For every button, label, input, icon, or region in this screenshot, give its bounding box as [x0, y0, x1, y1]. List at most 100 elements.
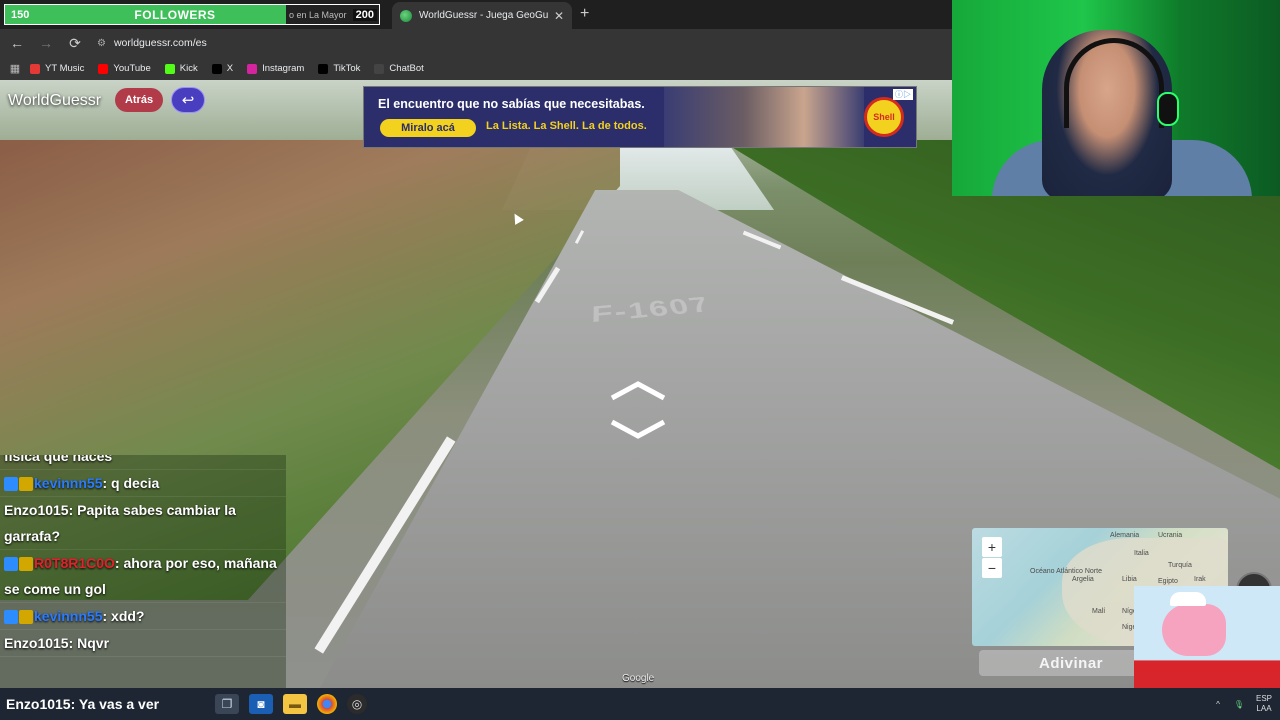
worldguessr-logo: WorldGuessr [8, 92, 102, 109]
crown-badge-icon [19, 610, 33, 625]
windows-taskbar: Enzo1015: Ya vas a ver ❐ ◙ ▬ ◎ ^ 🎙 ESP L… [0, 688, 1280, 720]
bookmark-tiktok[interactable]: TikTok [318, 63, 360, 74]
followers-label: FOLLOWERS [134, 7, 216, 22]
url-text: worldguessr.com/es [113, 37, 207, 49]
instagram-icon [247, 63, 258, 74]
map-label: Libia [1122, 576, 1137, 583]
task-view-icon[interactable]: ❐ [215, 694, 239, 714]
close-tab-icon[interactable]: ✕ [554, 9, 564, 23]
forward-arrow-icon[interactable]: → [34, 35, 58, 51]
language-code: ESP [1255, 694, 1272, 703]
crown-badge-icon [19, 477, 33, 492]
map-label: Argelia [1072, 576, 1094, 583]
new-tab-button[interactable]: + [580, 5, 589, 23]
chat-username: kevinnn55 [34, 608, 103, 624]
x-icon [211, 63, 222, 74]
chef-hat [1170, 592, 1206, 606]
chat-text: : q decia [102, 475, 160, 491]
obs-icon[interactable]: ◎ [347, 694, 367, 714]
chat-message: Enzo1015: Nqvr [0, 630, 286, 657]
chat-username: Enzo1015 [6, 696, 71, 712]
chat-partial-line: física que haces [0, 455, 286, 470]
bookmark-label: YouTube [113, 63, 151, 74]
map-label: Alemania [1110, 532, 1140, 539]
file-explorer-icon[interactable]: ▬ [283, 694, 307, 714]
tray-expand-icon[interactable]: ^ [1216, 700, 1220, 709]
stream-chat-overlay: física que haces kevinnn55: q decia Enzo1… [0, 455, 286, 688]
ad-photo [664, 87, 864, 147]
worldguessr-favicon-icon [400, 9, 412, 22]
bookmark-yt-music[interactable]: YT Music [30, 63, 84, 74]
chat-message: kevinnn55: q decia [0, 470, 286, 497]
ad-cta-button[interactable]: Miralo acá [380, 119, 476, 137]
back-button[interactable]: Atrás [115, 88, 163, 112]
adchoices-icon[interactable]: ⓘ▷ [893, 89, 913, 100]
chrome-icon[interactable] [317, 694, 337, 714]
bookmark-label: Kick [179, 63, 198, 74]
bookmark-label: ChatBot [389, 63, 424, 74]
map-label: Egipto [1158, 578, 1178, 585]
chatbot-icon [374, 63, 385, 74]
chat-text: : Ya vas a ver [70, 696, 160, 712]
chat-badge-icon [4, 477, 18, 492]
bookmark-x[interactable]: X [211, 63, 234, 74]
system-tray: ^ 🎙 ESP LAA [1216, 688, 1272, 720]
chat-text: : xdd? [102, 608, 145, 624]
headset-earcup [1157, 92, 1179, 126]
chat-username: Enzo1015 [4, 635, 69, 651]
tab-worldguessr[interactable]: WorldGuessr - Juega GeoGuessr ✕ [392, 2, 572, 29]
headset-band [1064, 38, 1164, 128]
followers-goal-widget: 150 FOLLOWERS o en La Mayor 200 [4, 4, 380, 25]
move-backward-arrow-icon[interactable] [608, 416, 668, 440]
map-label: Ucrania [1158, 532, 1183, 539]
browser-toolbar: ← → ⟳ ⚙ worldguessr.com/es [0, 29, 952, 57]
ad-banner[interactable]: El encuentro que no sabías que necesitab… [363, 86, 917, 148]
kick-icon [164, 63, 175, 74]
map-label: Malí [1092, 608, 1106, 615]
outlook-icon[interactable]: ◙ [249, 694, 273, 714]
bookmark-youtube[interactable]: YouTube [98, 63, 151, 74]
zoom-in-button[interactable]: + [982, 537, 1002, 557]
apps-grid-icon[interactable]: ▦ [0, 62, 30, 75]
google-watermark: Google [622, 673, 655, 684]
chat-username: Enzo1015 [4, 502, 69, 518]
bookmarks-bar: ▦ YT Music YouTube Kick X Instagram TikTok Cha… [0, 57, 952, 80]
chat-message: kevinnn55: xdd? [0, 603, 286, 630]
webcam-overlay [952, 0, 1280, 196]
microphone-icon[interactable]: 🎙 [1234, 700, 1244, 709]
address-bar[interactable]: ⚙ worldguessr.com/es [97, 37, 207, 49]
followers-goal: 200 [352, 8, 377, 21]
keyboard-layout-code: LAA [1256, 704, 1272, 713]
followers-count: 150 [11, 8, 30, 21]
ad-tagline: La Lista. La Shell. La de todos. [486, 120, 647, 132]
tab-title: WorldGuessr - Juega GeoGuessr [419, 10, 548, 21]
chat-username: R0T8R1C0O [34, 555, 115, 571]
back-arrow-icon[interactable]: ← [5, 35, 29, 51]
site-info-icon[interactable]: ⚙ [97, 38, 106, 49]
chat-message: R0T8R1C0O: ahora por eso, mañana se come… [0, 550, 286, 603]
chat-badge-icon [4, 610, 18, 625]
map-label: Turquía [1168, 562, 1192, 569]
bookmark-label: TikTok [333, 63, 361, 74]
bookmark-label: Instagram [262, 63, 305, 74]
language-indicator[interactable]: ESP LAA [1256, 694, 1272, 714]
map-label: Irak [1194, 576, 1206, 583]
chat-message: Enzo1015: Papita sabes cambiar la garraf… [0, 497, 286, 550]
return-to-start-icon[interactable]: ↩ [171, 87, 205, 113]
bookmark-chatbot[interactable]: ChatBot [374, 63, 424, 74]
bookmark-instagram[interactable]: Instagram [247, 63, 304, 74]
crown-badge-icon [19, 557, 33, 572]
chat-last-message: Enzo1015: Ya vas a ver [0, 696, 210, 712]
followers-ticker: o en La Mayor [289, 9, 347, 20]
move-forward-arrow-icon[interactable] [608, 380, 668, 404]
bookmark-kick[interactable]: Kick [164, 63, 198, 74]
chat-badge-icon [4, 557, 18, 572]
chat-text: : Nqvr [68, 635, 110, 651]
youtube-icon [98, 63, 109, 74]
zoom-out-button[interactable]: − [982, 558, 1002, 578]
reload-icon[interactable]: ⟳ [63, 35, 87, 52]
bookmark-label: X [226, 63, 234, 74]
shell-logo-icon: Shell [864, 97, 904, 137]
yt-music-icon [30, 63, 40, 74]
map-label: Océano Atlántico Norte [1030, 568, 1102, 575]
